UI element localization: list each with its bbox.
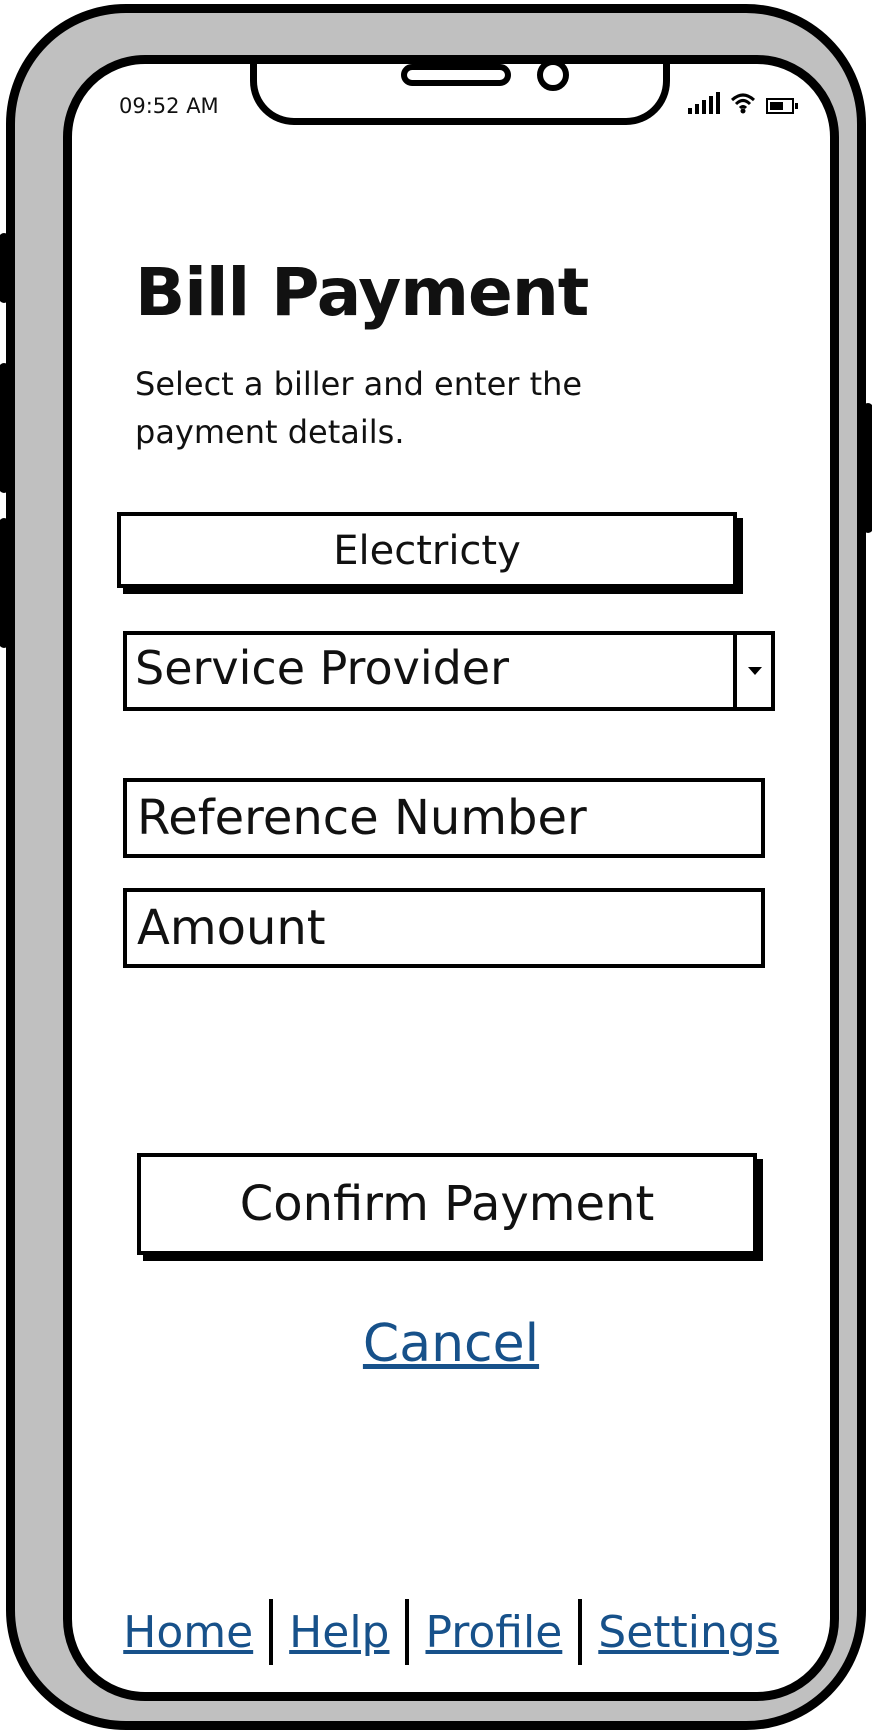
reference-number-field[interactable]: Reference Number [123, 778, 765, 858]
phone-frame: 09:52 AM Bill Payment Select a biller an… [0, 4, 872, 1730]
dropdown-toggle[interactable] [733, 635, 771, 707]
status-time: 09:52 AM [119, 94, 219, 118]
nav-settings-link[interactable]: Settings [598, 1607, 778, 1658]
page-subtitle: Select a biller and enter the payment de… [135, 365, 583, 451]
biller-category-button[interactable]: Electricty [117, 512, 737, 588]
bottom-nav: Home Help Profile Settings [72, 1599, 830, 1665]
nav-divider [269, 1599, 274, 1665]
cancel-link[interactable]: Cancel [72, 1314, 830, 1374]
nav-home-link[interactable]: Home [123, 1607, 253, 1658]
amount-field[interactable]: Amount [123, 888, 765, 968]
chevron-down-icon [748, 667, 762, 675]
camera-icon [537, 64, 569, 91]
nav-profile-link[interactable]: Profile [425, 1607, 562, 1658]
status-icons [688, 92, 798, 114]
service-provider-value: Service Provider [135, 641, 510, 695]
service-provider-select[interactable]: Service Provider [123, 631, 775, 711]
side-button-volume-up [0, 363, 9, 493]
battery-icon [766, 98, 798, 114]
signal-icon [688, 92, 720, 114]
side-button-silent [0, 233, 9, 303]
wifi-icon [730, 93, 756, 114]
phone-screen: 09:52 AM Bill Payment Select a biller an… [63, 55, 839, 1701]
nav-divider [578, 1599, 583, 1665]
speaker-icon [401, 64, 511, 86]
confirm-payment-button[interactable]: Confirm Payment [137, 1153, 757, 1255]
nav-divider [405, 1599, 410, 1665]
side-button-volume-down [0, 518, 9, 648]
notch [250, 64, 670, 125]
nav-help-link[interactable]: Help [289, 1607, 389, 1658]
page-title: Bill Payment [135, 254, 589, 331]
side-button-power [863, 403, 872, 533]
